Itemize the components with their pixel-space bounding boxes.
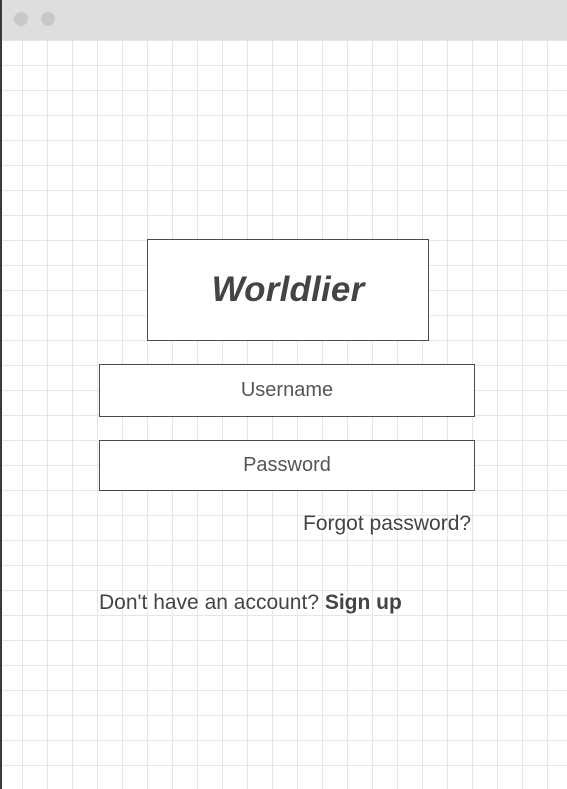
- signup-prompt-line: Don't have an account? Sign up: [99, 591, 402, 615]
- username-placeholder: Username: [240, 379, 334, 401]
- window-minimize-button[interactable]: [41, 12, 55, 26]
- signup-prompt-text: Don't have an account?: [99, 591, 319, 614]
- forgot-password-link[interactable]: Forgot password?: [303, 512, 471, 536]
- app-window: Worldlier Username Password Forgot passw…: [0, 0, 567, 789]
- signup-link[interactable]: Sign up: [325, 591, 402, 614]
- password-placeholder: Password: [243, 454, 331, 476]
- window-close-button[interactable]: [14, 12, 28, 26]
- logo-box: Worldlier: [147, 239, 429, 341]
- window-titlebar: [2, 0, 567, 40]
- username-field[interactable]: Username: [99, 364, 475, 417]
- password-field[interactable]: Password: [99, 440, 475, 491]
- app-logo: Worldlier: [211, 270, 365, 309]
